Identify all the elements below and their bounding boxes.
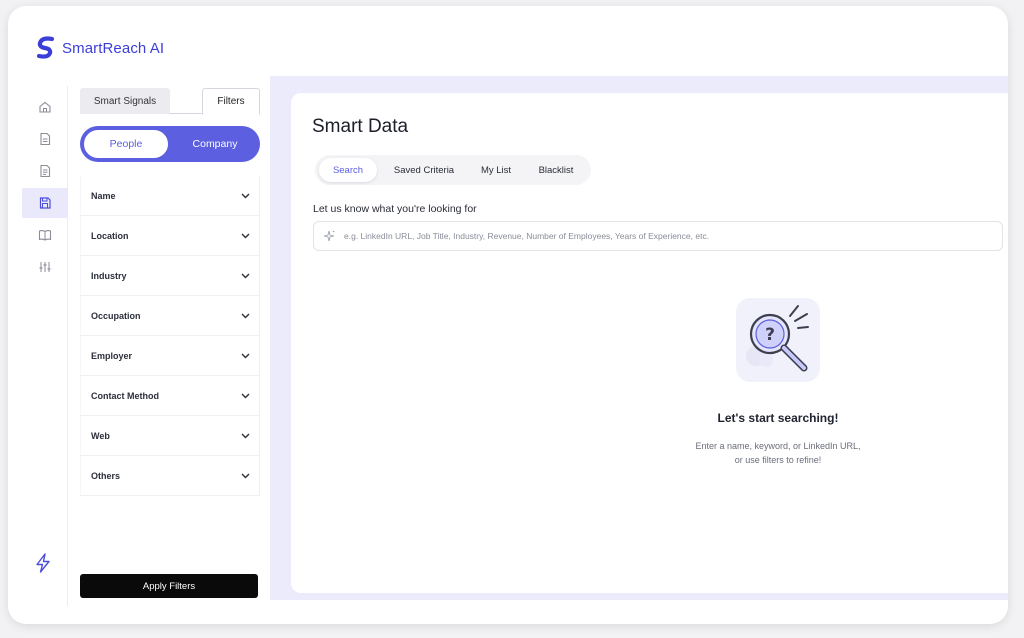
- tab-smart-signals[interactable]: Smart Signals: [80, 88, 170, 114]
- app-logo[interactable]: SmartReach AI: [36, 36, 164, 60]
- svg-text:?: ?: [765, 325, 775, 345]
- search-box[interactable]: [313, 221, 1003, 251]
- rail-settings[interactable]: [22, 252, 68, 282]
- chevron-down-icon: [241, 193, 250, 199]
- filter-label: Others: [91, 470, 121, 481]
- filters-tab-bar: Smart Signals Filters: [80, 88, 260, 115]
- filters-panel: Smart Signals Filters People Company Nam…: [78, 86, 268, 606]
- filter-web[interactable]: Web: [80, 416, 260, 456]
- chevron-down-icon: [241, 233, 250, 239]
- filter-label: Location: [91, 230, 129, 241]
- people-company-toggle: People Company: [80, 126, 260, 162]
- filter-label: Name: [91, 190, 116, 201]
- tab-saved-criteria[interactable]: Saved Criteria: [383, 158, 465, 182]
- rail-library[interactable]: [22, 220, 68, 250]
- filter-industry[interactable]: Industry: [80, 256, 260, 296]
- magnifier-question-icon: ?: [736, 298, 820, 382]
- chevron-down-icon: [241, 353, 250, 359]
- smartreach-logo-icon: [36, 36, 55, 59]
- search-tabs: Search Saved Criteria My List Blacklist: [315, 155, 591, 185]
- filter-label: Employer: [91, 350, 133, 361]
- chevron-down-icon: [241, 473, 250, 479]
- chevron-down-icon: [241, 313, 250, 319]
- app-name: SmartReach AI: [62, 39, 165, 57]
- tab-filters[interactable]: Filters: [202, 88, 260, 115]
- sliders-icon: [39, 262, 51, 272]
- lightning-icon[interactable]: [32, 552, 54, 574]
- toggle-company[interactable]: Company: [172, 129, 258, 159]
- save-icon: [39, 197, 51, 209]
- tab-my-list[interactable]: My List: [471, 158, 521, 182]
- filter-location[interactable]: Location: [80, 216, 260, 256]
- filter-others[interactable]: Others: [80, 456, 260, 496]
- icon-rail: [22, 86, 68, 606]
- chevron-down-icon: [241, 393, 250, 399]
- home-icon: [39, 101, 51, 113]
- file-list-icon: [40, 164, 51, 178]
- filter-occupation[interactable]: Occupation: [80, 296, 260, 336]
- filter-label: Web: [91, 430, 110, 441]
- filter-label: Occupation: [91, 310, 141, 321]
- filter-employer[interactable]: Employer: [80, 336, 260, 376]
- empty-state-text: Enter a name, keyword, or LinkedIn URL, …: [695, 441, 861, 465]
- app-window: SmartReach AI Smart Signals Filters Peop…: [8, 6, 1008, 624]
- empty-state-title: Let's start searching!: [717, 411, 839, 425]
- search-input[interactable]: [344, 231, 984, 241]
- page-title: Smart Data: [312, 116, 409, 137]
- tab-search[interactable]: Search: [319, 158, 377, 182]
- rail-saved[interactable]: [22, 188, 68, 218]
- rail-files[interactable]: [22, 156, 68, 186]
- search-label: Let us know what you're looking for: [313, 203, 477, 215]
- sparkle-icon: [323, 230, 335, 242]
- toggle-people[interactable]: People: [83, 129, 169, 159]
- filter-list: Name Location Industry Occupation Employ…: [80, 176, 260, 496]
- rail-home[interactable]: [22, 92, 68, 122]
- apply-filters-button[interactable]: Apply Filters: [80, 574, 258, 598]
- rail-documents[interactable]: [22, 124, 68, 154]
- document-icon: [40, 132, 51, 146]
- filter-contact-method[interactable]: Contact Method: [80, 376, 260, 416]
- filter-label: Contact Method: [91, 390, 159, 401]
- book-icon: [38, 230, 52, 241]
- smart-data-card: Smart Data Search Saved Criteria My List…: [291, 93, 1008, 593]
- filter-label: Industry: [91, 270, 127, 281]
- chevron-down-icon: [241, 273, 250, 279]
- tab-blacklist[interactable]: Blacklist: [527, 158, 585, 182]
- chevron-down-icon: [241, 433, 250, 439]
- filter-name[interactable]: Name: [80, 176, 260, 216]
